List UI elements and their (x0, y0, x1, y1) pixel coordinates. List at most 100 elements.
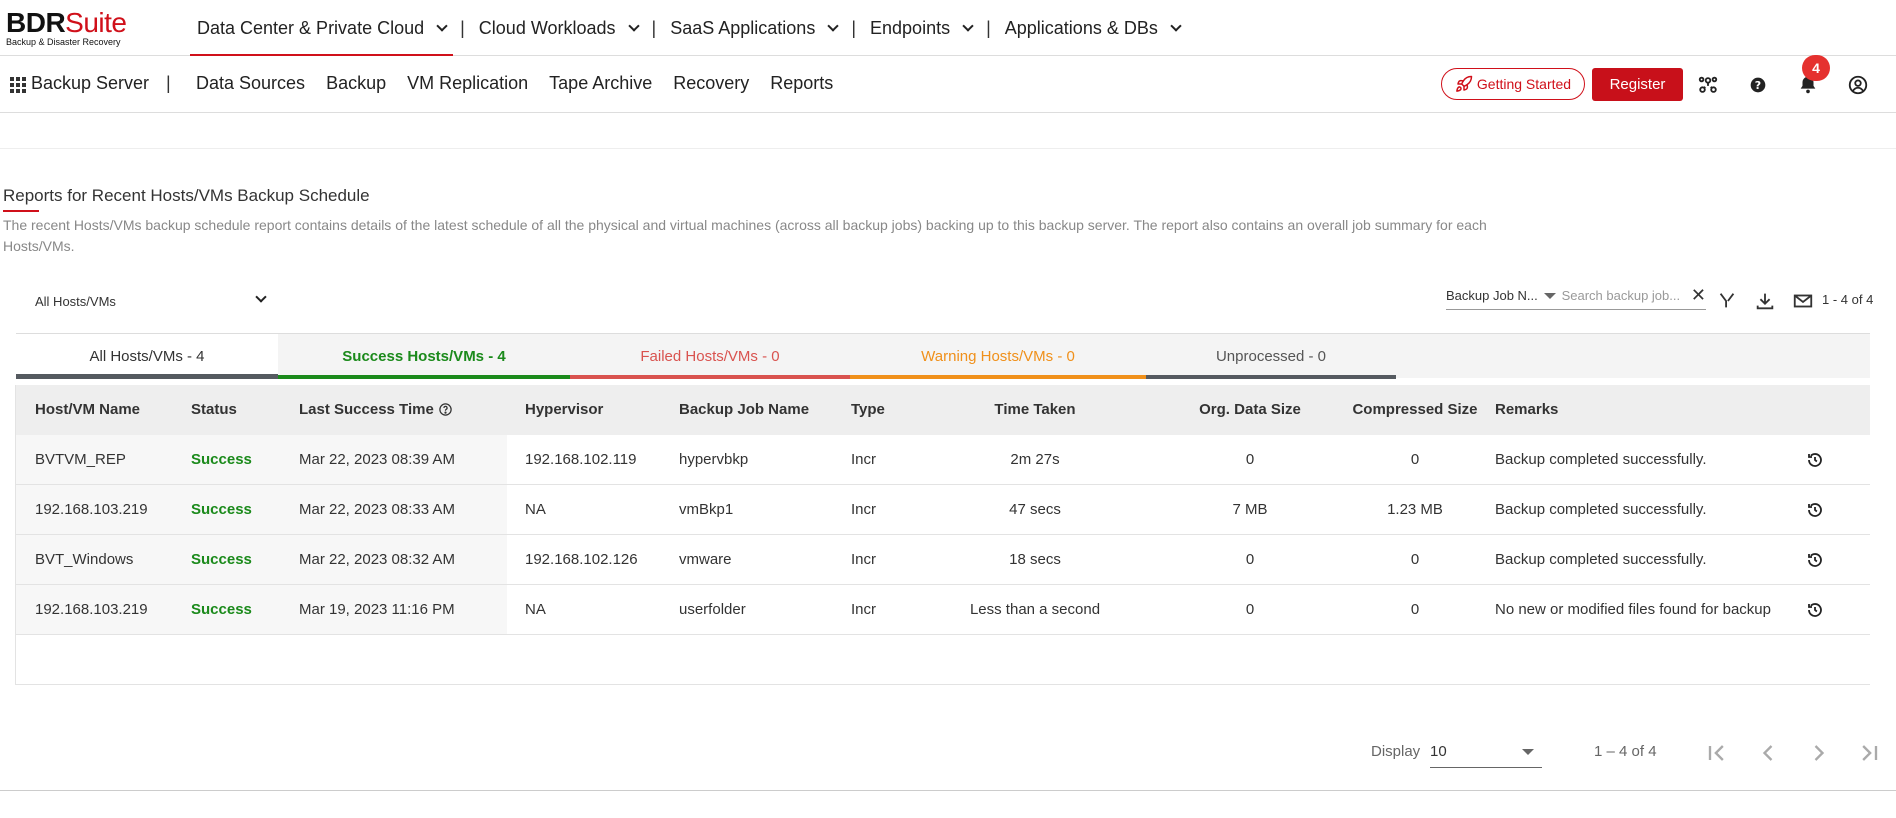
topnav-label: Endpoints (870, 17, 951, 38)
getting-started-label: Getting Started (1476, 76, 1572, 92)
job-search: Backup Job N... Search backup job... ✕ (1446, 282, 1706, 310)
server-separator: | (166, 73, 171, 93)
nav-separator: | (986, 17, 991, 38)
nav-data-sources[interactable]: Data Sources (196, 73, 305, 94)
tab-success-hosts[interactable]: Success Hosts/VMs - 4 (278, 334, 570, 379)
history-icon[interactable] (1806, 485, 1824, 534)
cell-remarks: No new or modified files found for backu… (1495, 601, 1771, 618)
history-icon[interactable] (1806, 435, 1824, 484)
chevron-down-icon (962, 19, 974, 32)
apps-grid-icon[interactable] (10, 77, 26, 93)
col-org-data-size[interactable]: Org. Data Size (1190, 385, 1310, 434)
nav-backup[interactable]: Backup (326, 73, 386, 94)
table-empty-space (16, 635, 1870, 685)
page-size-value: 10 (1430, 743, 1447, 760)
col-status[interactable]: Status (191, 385, 237, 434)
download-icon[interactable] (1754, 290, 1776, 312)
table-row[interactable]: 192.168.103.219 Success Mar 22, 2023 08:… (16, 485, 1870, 535)
nav-reports[interactable]: Reports (770, 73, 833, 94)
table-row[interactable]: BVTVM_REP Success Mar 22, 2023 08:39 AM … (16, 435, 1870, 485)
getting-started-button[interactable]: Getting Started (1441, 68, 1585, 100)
next-page-icon[interactable] (1805, 739, 1833, 767)
search-field-select[interactable]: Backup Job N... (1446, 288, 1538, 303)
topnav-label: Cloud Workloads (478, 17, 616, 38)
col-host-vm-name[interactable]: Host/VM Name (35, 385, 140, 434)
caret-down-icon[interactable] (1543, 292, 1556, 299)
page-description: The recent Hosts/VMs backup schedule rep… (3, 217, 1487, 254)
tab-label: Unprocessed - 0 (1215, 348, 1327, 365)
first-page-icon[interactable] (1703, 739, 1731, 767)
col-label: Last Success Time (299, 401, 434, 418)
cell-compressed-size: 1.23 MB (1387, 501, 1443, 518)
tab-indicator (1146, 375, 1396, 379)
col-remarks[interactable]: Remarks (1495, 385, 1558, 434)
history-icon[interactable] (1806, 585, 1824, 634)
help-icon[interactable]: ? (1747, 74, 1769, 96)
tab-unprocessed[interactable]: Unprocessed - 0 (1146, 334, 1396, 379)
nav-tape-archive[interactable]: Tape Archive (549, 73, 652, 94)
topnav-cloud-workloads[interactable]: Cloud Workloads (472, 0, 645, 56)
cell-last-success: Mar 22, 2023 08:33 AM (299, 501, 455, 518)
email-icon[interactable] (1792, 290, 1814, 312)
topnav-label: Data Center & Private Cloud (197, 17, 425, 38)
register-button[interactable]: Register (1592, 68, 1683, 101)
col-type[interactable]: Type (851, 385, 885, 434)
user-account-icon[interactable] (1847, 74, 1869, 96)
page-range: 1 – 4 of 4 (1594, 743, 1657, 760)
cell-status: Success (191, 551, 252, 568)
filter-icon[interactable] (1716, 290, 1738, 312)
cell-type: Incr (851, 501, 877, 518)
cell-job-name: vmBkp1 (679, 501, 734, 518)
col-time-taken[interactable]: Time Taken (950, 385, 1120, 434)
tab-indicator (278, 375, 570, 379)
topnav-data-center[interactable]: Data Center & Private Cloud (190, 0, 454, 56)
cell-last-success: Mar 19, 2023 11:16 PM (299, 601, 455, 618)
tab-failed-hosts[interactable]: Failed Hosts/VMs - 0 (570, 334, 850, 379)
topnav-applications-dbs[interactable]: Applications & DBs (998, 0, 1187, 56)
product-nav: Data Center & Private Cloud | Cloud Work… (190, 0, 1187, 56)
cell-host: BVTVM_REP (35, 451, 126, 468)
server-name[interactable]: Backup Server (31, 73, 149, 94)
tab-all-hosts[interactable]: All Hosts/VMs - 4 (16, 334, 278, 379)
title-underline (3, 210, 39, 212)
top-bar: BDRSuite Backup & Disaster Recovery Data… (0, 0, 1896, 56)
topnav-saas-applications[interactable]: SaaS Applications (663, 0, 844, 56)
col-last-success-time[interactable]: Last Success Time (299, 385, 453, 434)
nav-vm-replication[interactable]: VM Replication (407, 73, 528, 94)
tab-label: Failed Hosts/VMs - 0 (640, 348, 780, 365)
prev-page-icon[interactable] (1754, 739, 1782, 767)
history-icon[interactable] (1806, 535, 1824, 584)
help-circle-icon[interactable] (438, 402, 453, 417)
nav-recovery[interactable]: Recovery (673, 73, 749, 94)
last-page-icon[interactable] (1855, 739, 1883, 767)
cell-compressed-size: 0 (1410, 451, 1420, 468)
col-backup-job-name[interactable]: Backup Job Name (679, 385, 809, 434)
cell-hypervisor: 192.168.102.126 (525, 551, 638, 568)
host-filter-dropdown[interactable]: All Hosts/VMs (35, 291, 267, 309)
brand-logo[interactable]: BDRSuite Backup & Disaster Recovery (6, 7, 127, 48)
cell-last-success: Mar 22, 2023 08:32 AM (299, 551, 455, 568)
topnav-endpoints[interactable]: Endpoints (863, 0, 979, 56)
logo-tagline: Backup & Disaster Recovery (6, 37, 121, 47)
col-hypervisor[interactable]: Hypervisor (525, 385, 603, 434)
cell-remarks: Backup completed successfully. (1495, 551, 1707, 568)
page-size-select[interactable]: 10 (1430, 735, 1542, 768)
table-row[interactable]: BVT_Windows Success Mar 22, 2023 08:32 A… (16, 535, 1870, 585)
cell-host: BVT_Windows (35, 551, 134, 568)
tab-indicator (570, 375, 850, 379)
users-network-icon[interactable] (1697, 74, 1719, 96)
secondary-bar: Backup Server | Data Sources Backup VM R… (0, 57, 1896, 113)
cell-hypervisor: NA (525, 501, 546, 518)
chevron-down-icon (436, 19, 448, 32)
footer-divider (0, 790, 1896, 791)
table-row[interactable]: 192.168.103.219 Success Mar 19, 2023 11:… (16, 585, 1870, 635)
cell-time-taken: Less than a second (969, 601, 1101, 618)
cell-job-name: vmware (679, 551, 732, 568)
host-filter-value: All Hosts/VMs (35, 294, 116, 309)
col-compressed-size[interactable]: Compressed Size (1345, 385, 1485, 434)
tab-warning-hosts[interactable]: Warning Hosts/VMs - 0 (850, 334, 1146, 379)
logo-text-suite: Suite (65, 7, 127, 38)
clear-search-icon[interactable]: ✕ (1691, 285, 1706, 306)
cell-time-taken: 18 secs (1009, 551, 1061, 568)
search-input[interactable]: Search backup job... (1562, 288, 1687, 303)
